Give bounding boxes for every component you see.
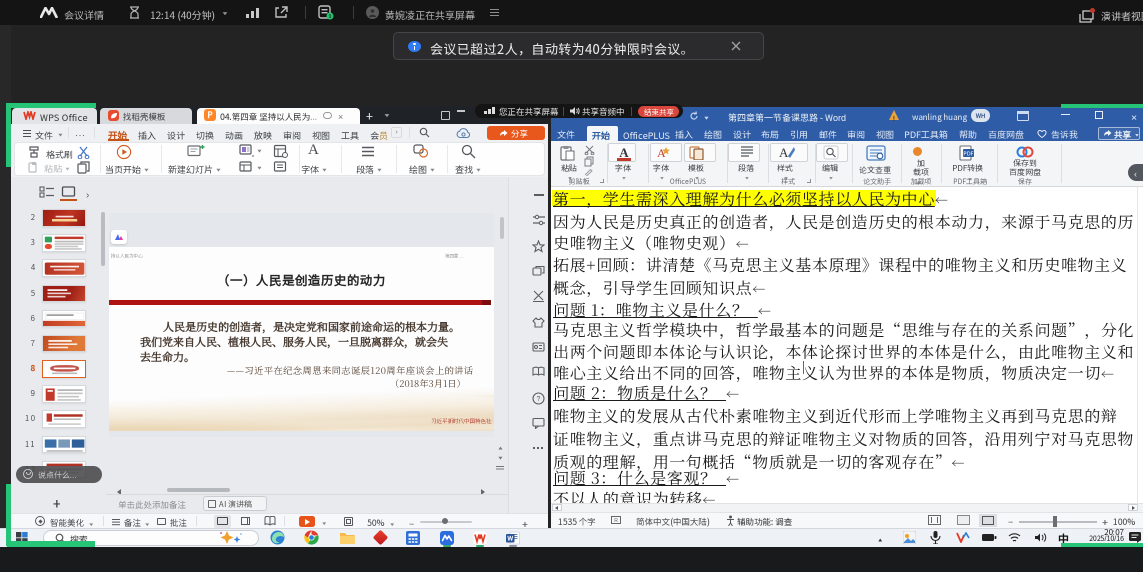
svg-text:PDF: PDF (963, 150, 973, 158)
svg-text:A: A (779, 145, 789, 160)
svg-text:?: ? (537, 394, 541, 404)
svg-text:W: W (507, 532, 513, 542)
svg-text:9: 9 (329, 13, 332, 20)
